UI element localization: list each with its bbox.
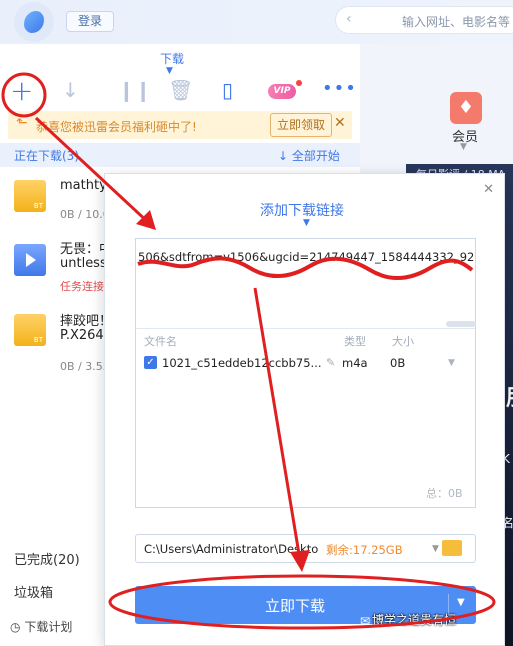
start-all-button[interactable]: ↓ 全部开始 — [278, 147, 340, 164]
chevron-down-icon[interactable]: ▼ — [457, 597, 465, 608]
promo-banner: ⬑ 恭喜您被迅雷会员福利砸中了! 立即领取 ✕ — [8, 111, 352, 139]
download-plan-label: 下载计划 — [24, 620, 73, 634]
video-file-icon — [14, 244, 46, 276]
claim-button[interactable]: 立即领取 — [270, 113, 332, 137]
file-checkbox[interactable]: ✓ — [144, 356, 157, 369]
file-table-header: 文件名 类型 大小 — [136, 328, 475, 350]
delete-icon[interactable]: 🗑 — [168, 78, 193, 102]
download-icon[interactable]: ↓ — [62, 78, 79, 102]
col-size: 大小 — [392, 335, 414, 348]
total-size: 总：0B — [426, 487, 463, 500]
tab-download[interactable]: 下载 — [160, 50, 184, 67]
close-icon[interactable]: ✕ — [483, 182, 494, 197]
search-box[interactable]: ‹ 输入网址、电影名等 — [335, 6, 513, 34]
add-task-icon[interactable]: + — [10, 74, 33, 107]
chevron-down-icon[interactable]: ▼ — [448, 358, 455, 368]
edit-icon[interactable]: ✎ — [326, 356, 335, 369]
bt-folder-icon — [14, 314, 46, 346]
url-input[interactable]: 506&sdtfrom=v1506&ugcid=214749447_158444… — [135, 238, 476, 508]
close-icon[interactable]: ✕ — [334, 115, 346, 131]
search-placeholder: 输入网址、电影名等 — [402, 15, 511, 29]
item-error: 任务连接 — [60, 280, 104, 293]
folder-icon[interactable] — [442, 540, 462, 556]
downloading-title[interactable]: 正在下载(3) — [14, 147, 79, 164]
downloading-header: 正在下载(3) ↓ 全部开始 — [0, 143, 360, 167]
toolbar: + ↓ ❙❙ 🗑 ▯ VIP ••• — [0, 74, 360, 110]
back-icon[interactable]: ‹ — [346, 11, 352, 27]
title-bar: 登录 ‹ 输入网址、电影名等 — [0, 0, 513, 44]
file-size: 0B — [390, 356, 406, 370]
col-type: 类型 — [344, 335, 366, 348]
bt-folder-icon — [14, 180, 46, 212]
col-name: 文件名 — [144, 335, 177, 348]
phone-icon[interactable]: ▯ — [222, 78, 233, 102]
thunder-logo — [14, 2, 54, 42]
table-row[interactable]: ✓ 1021_c51eddeb12ccbb75... ✎ m4a 0B ▼ — [136, 353, 475, 375]
trash-item[interactable]: 垃圾箱 — [14, 582, 53, 601]
scrollbar[interactable] — [446, 321, 476, 327]
item-name-line2: P.X264. — [60, 328, 108, 343]
chevron-down-icon: ▼ — [303, 218, 310, 228]
chevron-down-icon: ▼ — [460, 142, 467, 152]
promo-glyph: 朋 — [506, 380, 513, 412]
download-plan-button[interactable]: ◷ 下载计划 — [10, 618, 72, 635]
url-text[interactable]: 506&sdtfrom=v1506&ugcid=214749447_158444… — [138, 250, 474, 264]
clock-icon: ◷ — [10, 620, 21, 634]
banner-text: 恭喜您被迅雷会员福利砸中了! — [36, 120, 197, 134]
item-size: 0B / 10.0 — [60, 208, 110, 221]
watermark: 博学之道贵有恒 — [372, 613, 457, 627]
free-space: 剩余:17.25GB — [326, 543, 403, 557]
add-link-dialog: ✕ 添加下载链接 ▼ 506&sdtfrom=v1506&ugcid=21474… — [104, 173, 505, 646]
pause-icon[interactable]: ❙❙ — [118, 78, 152, 102]
file-type: m4a — [342, 356, 368, 370]
notification-dot — [296, 80, 302, 86]
diamond-icon[interactable]: ♦ — [450, 92, 482, 124]
save-path[interactable]: C:\Users\Administrator\Deskto — [144, 542, 320, 556]
wechat-icon: ✉ — [360, 614, 371, 628]
dialog-title[interactable]: 添加下载链接 — [260, 200, 344, 220]
save-path-field[interactable]: C:\Users\Administrator\Deskto 剩余:17.25GB… — [135, 534, 476, 563]
completed-item[interactable]: 已完成(20) — [14, 549, 80, 568]
item-name: mathty — [60, 178, 107, 193]
item-name-line2: untless — [60, 256, 107, 271]
vip-badge[interactable]: VIP — [268, 84, 296, 99]
start-all-label: 全部开始 — [291, 149, 340, 163]
chevron-down-icon[interactable]: ▼ — [432, 544, 439, 554]
gift-icon: ⬑ — [16, 115, 28, 131]
more-icon[interactable]: ••• — [322, 78, 357, 99]
login-button[interactable]: 登录 — [66, 11, 114, 32]
file-name: 1021_c51eddeb12ccbb75... — [162, 356, 322, 370]
item-size: 0B / 3.55 — [60, 360, 110, 373]
